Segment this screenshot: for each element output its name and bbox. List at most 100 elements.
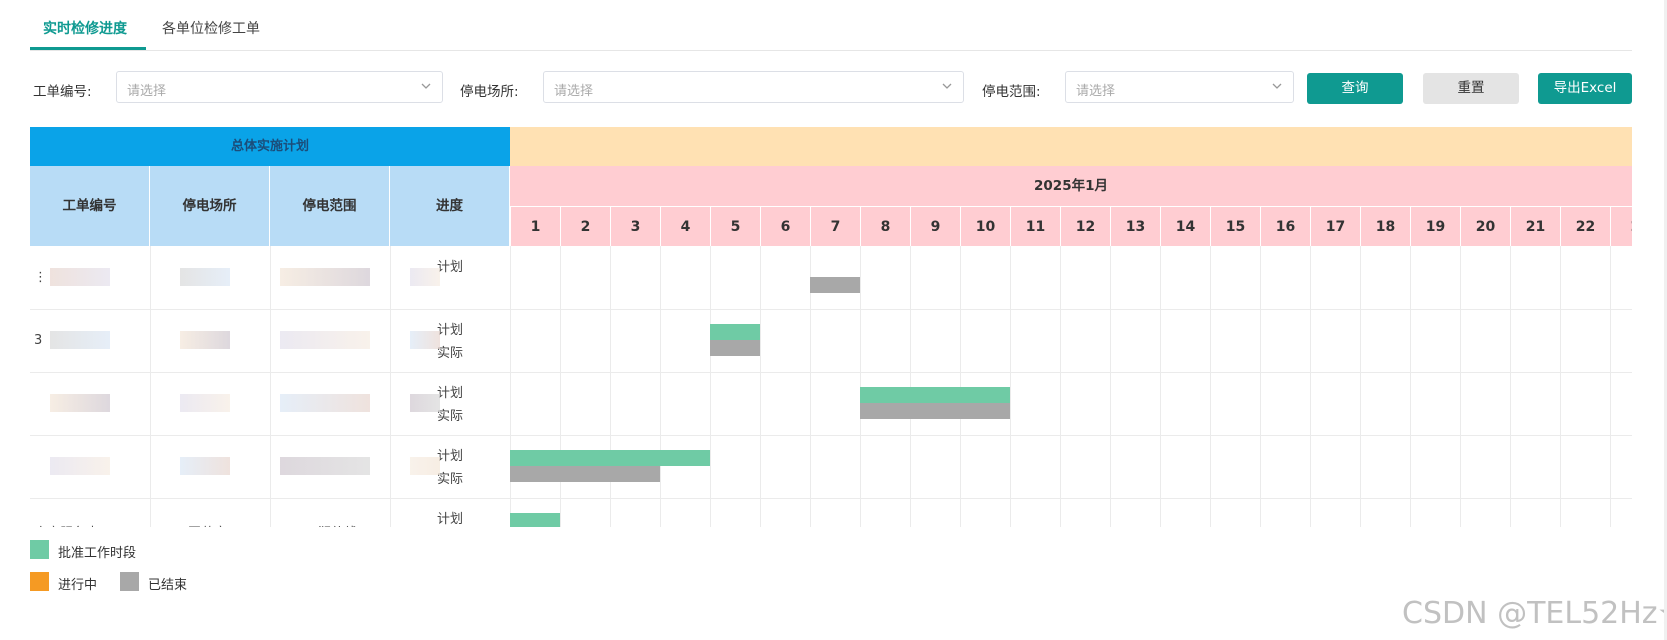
cell-text: ⋮ [34, 270, 47, 285]
actual-bar [610, 466, 660, 482]
legend-swatch-approved [30, 540, 49, 559]
grid-column-line [1610, 246, 1611, 527]
redacted-cell [50, 268, 110, 286]
day-header-1: 1 [510, 206, 560, 246]
table-row-divider [30, 309, 1632, 310]
export-excel-button[interactable]: 导出Excel [1538, 73, 1632, 104]
col-header-work-order: 工单编号 [30, 166, 150, 246]
grid-column-line [1060, 246, 1061, 527]
redacted-cell [50, 331, 110, 349]
work-order-select[interactable]: 请选择 [116, 71, 443, 103]
cell-text: 3 [34, 333, 43, 348]
legend-label-in-progress: 进行中 [58, 578, 98, 593]
day-header-17: 17 [1310, 206, 1360, 246]
plan-header-right [510, 127, 1632, 166]
col-header-location: 停电场所 [150, 166, 270, 246]
col-header-range: 停电范围 [270, 166, 390, 246]
redacted-cell [180, 457, 230, 475]
redacted-cell [410, 268, 440, 286]
cell-text: 国苑变 [188, 522, 227, 527]
redacted-cell [410, 331, 440, 349]
day-header-8: 8 [860, 206, 910, 246]
range-placeholder: 请选择 [1076, 84, 1116, 99]
day-header-21: 21 [1510, 206, 1560, 246]
actual-bar [960, 403, 1010, 419]
plan-bar [610, 450, 660, 466]
day-header-19: 19 [1410, 206, 1460, 246]
grid-column-line [1560, 246, 1561, 527]
redacted-cell [50, 394, 110, 412]
month-header: 2025年1月 [510, 166, 1632, 206]
actual-bar [510, 466, 560, 482]
plan-bar [960, 387, 1010, 403]
progress-label: 实际 [436, 472, 463, 487]
plan-bar [860, 387, 910, 403]
day-header-7: 7 [810, 206, 860, 246]
plan-bar [660, 450, 710, 466]
chevron-down-icon [421, 83, 431, 89]
grid-column-line [150, 246, 151, 527]
work-order-label: 工单编号: [33, 84, 92, 100]
actual-bar [810, 277, 860, 293]
day-header-22: 22 [1560, 206, 1610, 246]
day-header-11: 11 [1010, 206, 1060, 246]
range-label: 停电范围: [982, 84, 1041, 100]
day-header-2: 2 [1610, 206, 1632, 246]
grid-column-line [1460, 246, 1461, 527]
progress-label: 实际 [436, 346, 463, 361]
day-header-5: 5 [710, 206, 760, 246]
redacted-cell [280, 457, 370, 475]
location-select[interactable]: 请选择 [543, 71, 964, 103]
redacted-cell [280, 394, 370, 412]
grid-column-line [1160, 246, 1161, 527]
plan-bar [560, 450, 610, 466]
plan-bar [710, 324, 760, 340]
day-header-10: 10 [960, 206, 1010, 246]
grid-column-line [710, 246, 711, 527]
redacted-cell [410, 394, 440, 412]
col-header-progress: 进度 [390, 166, 510, 246]
redacted-cell [50, 457, 110, 475]
query-button[interactable]: 查询 [1307, 73, 1403, 104]
legend-swatch-in-progress [30, 572, 49, 591]
day-header-18: 18 [1360, 206, 1410, 246]
day-header-13: 13 [1110, 206, 1160, 246]
progress-label: 实际 [436, 409, 463, 424]
day-header-4: 4 [660, 206, 710, 246]
tab-unit-work-orders[interactable]: 各单位检修工单 [162, 18, 260, 38]
day-header-20: 20 [1460, 206, 1510, 246]
day-header-9: 9 [910, 206, 960, 246]
actual-bar [710, 340, 760, 356]
day-header-14: 14 [1160, 206, 1210, 246]
cell-text: 广宁服务中 [34, 522, 99, 527]
progress-label: 计划 [436, 386, 463, 401]
reset-button[interactable]: 重置 [1423, 73, 1519, 104]
grid-column-line [1110, 246, 1111, 527]
plan-bar [510, 513, 560, 527]
day-header-12: 12 [1060, 206, 1110, 246]
progress-label: 计划 [436, 260, 463, 275]
redacted-cell [410, 457, 440, 475]
actual-bar [860, 403, 910, 419]
grid-column-line [1410, 246, 1411, 527]
active-tab-indicator [30, 47, 146, 50]
redacted-cell [280, 331, 370, 349]
tab-realtime-progress[interactable]: 实时检修进度 [43, 18, 127, 38]
chevron-down-icon [1272, 83, 1282, 89]
table-row-divider [30, 372, 1632, 373]
legend-label-finished: 已结束 [148, 578, 188, 593]
plan-title-header: 总体实施计划 [30, 127, 510, 166]
grid-column-line [1260, 246, 1261, 527]
progress-label: 计划 [436, 512, 463, 527]
grid-column-line [660, 246, 661, 527]
legend-swatch-finished [120, 572, 139, 591]
cell-text: 1256涧仙线 [285, 522, 357, 527]
grid-column-line [1310, 246, 1311, 527]
grid-column-line [610, 246, 611, 527]
range-select[interactable]: 请选择 [1065, 71, 1294, 103]
location-label: 停电场所: [460, 84, 519, 100]
redacted-cell [180, 268, 230, 286]
day-header-3: 3 [610, 206, 660, 246]
actual-bar [910, 403, 960, 419]
gantt-table: 总体实施计划 工单编号 停电场所 停电范围 进度 2025年1月 1234567… [30, 127, 1632, 527]
